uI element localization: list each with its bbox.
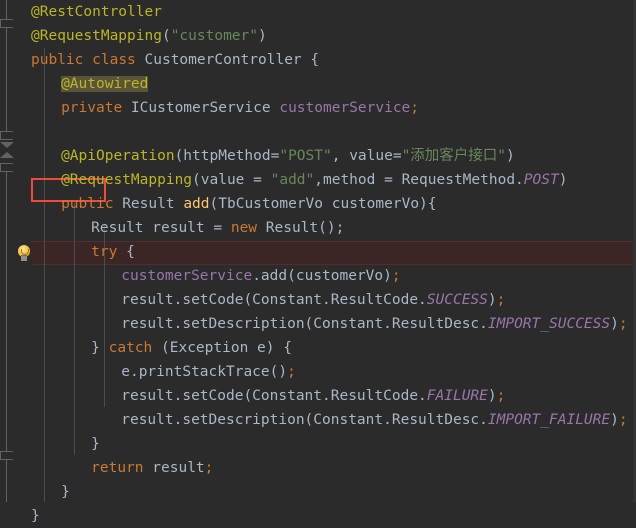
code-token: e.printStackTrace() [121, 364, 288, 380]
code-token: private [61, 100, 123, 116]
code-token: ; [496, 388, 506, 404]
code-token: ; [204, 460, 214, 476]
code-token: @RequestMapping [61, 172, 193, 188]
code-token: try [91, 244, 118, 260]
code-line[interactable]: private ICustomerService customerService… [0, 96, 636, 120]
code-text-layer[interactable]: @RestController @RequestMapping("customer… [0, 0, 636, 524]
code-token: class [92, 52, 136, 68]
code-token: "customer" [170, 28, 258, 44]
code-token: @RequestMapping [31, 28, 162, 44]
code-editor[interactable]: @RestController @RequestMapping("customer… [0, 0, 636, 524]
code-token: @ApiOperation [61, 148, 175, 164]
code-token: Result(); [257, 220, 345, 236]
code-token: ( [161, 28, 171, 44]
code-token: customerService [121, 268, 253, 284]
code-token: "添加客户接口" [401, 148, 507, 164]
code-token: result [143, 460, 205, 476]
code-token: { [301, 52, 320, 68]
code-line[interactable]: result.setCode(Constant.ResultCode.FAILU… [0, 384, 636, 408]
code-token: ,method = RequestMethod. [314, 172, 524, 188]
code-token: ) [610, 316, 619, 332]
code-token: Result result = [91, 220, 231, 236]
code-token: customerService [279, 100, 411, 116]
code-line[interactable]: public class CustomerController { [0, 48, 636, 72]
code-token: catch [108, 340, 153, 356]
code-token: ) [487, 388, 497, 404]
code-token: @RestController [31, 4, 162, 20]
code-line[interactable]: try { [0, 240, 636, 264]
code-line[interactable]: @RestController [0, 0, 636, 24]
code-token: ) [506, 148, 515, 164]
code-line[interactable]: @RequestMapping(value = "add",method = R… [0, 168, 636, 192]
code-token: return [91, 460, 144, 476]
code-line[interactable]: } [0, 480, 636, 504]
code-token: ; [618, 316, 628, 332]
code-token: } [91, 436, 100, 452]
code-token: Result [122, 196, 175, 212]
code-token: ; [287, 364, 296, 380]
code-token: FAILURE [426, 388, 488, 404]
code-token: POST [523, 172, 559, 188]
code-token: result.setDescription(Constant.ResultDes… [121, 316, 488, 332]
code-token: IMPORT_SUCCESS [487, 316, 611, 332]
code-token: ; [410, 100, 420, 116]
code-line[interactable]: customerService.add(customerVo); [0, 264, 636, 288]
code-token: (Exception e) { [152, 340, 292, 356]
code-line[interactable]: } catch (Exception e) { [0, 336, 636, 360]
code-token: result.setCode(Constant.ResultCode. [121, 292, 427, 308]
code-token: result.setCode(Constant.ResultCode. [121, 388, 427, 404]
code-token: ) [487, 292, 497, 308]
code-token: ) [258, 28, 267, 44]
code-token: public [31, 52, 84, 68]
code-token: .add(customerVo) [252, 268, 392, 284]
code-token: result.setDescription(Constant.ResultDes… [121, 412, 488, 428]
code-token: "POST" [279, 148, 332, 164]
code-line[interactable]: @ApiOperation(httpMethod="POST", value="… [0, 144, 636, 168]
code-token: public [61, 196, 114, 212]
code-line[interactable]: public Result add(TbCustomerVo customerV… [0, 192, 636, 216]
code-token: IMPORT_FAILURE [487, 412, 611, 428]
code-token: } [31, 508, 40, 524]
code-token: add [183, 196, 210, 212]
code-line[interactable]: } [0, 504, 636, 528]
code-token: ) [610, 412, 619, 428]
code-token: ; [496, 292, 506, 308]
code-token: } [91, 340, 109, 356]
code-line[interactable] [0, 120, 636, 144]
code-line[interactable]: e.printStackTrace(); [0, 360, 636, 384]
code-line[interactable]: } [0, 432, 636, 456]
code-line[interactable]: Result result = new Result(); [0, 216, 636, 240]
code-token: } [61, 484, 70, 500]
code-token: { [117, 244, 135, 260]
code-token: (httpMethod= [174, 148, 280, 164]
code-line[interactable]: @RequestMapping("customer") [0, 24, 636, 48]
code-token: SUCCESS [426, 292, 488, 308]
code-token: ; [391, 268, 401, 284]
code-token: (TbCustomerVo customerVo){ [209, 196, 437, 212]
code-line[interactable]: result.setDescription(Constant.ResultDes… [0, 408, 636, 432]
code-line[interactable]: return result; [0, 456, 636, 480]
code-line[interactable]: @Autowired [0, 72, 636, 96]
code-token: CustomerController [144, 52, 302, 68]
code-line[interactable]: result.setCode(Constant.ResultCode.SUCCE… [0, 288, 636, 312]
code-token: @Autowired [61, 76, 149, 92]
code-token: ) [558, 172, 568, 188]
code-token: new [230, 220, 258, 236]
code-token: , value= [331, 148, 402, 164]
code-token: ; [618, 412, 628, 428]
code-line[interactable]: result.setDescription(Constant.ResultDes… [0, 312, 636, 336]
code-token: (value = [192, 172, 271, 188]
code-token: "add" [270, 172, 315, 188]
code-token: ICustomerService [130, 100, 271, 116]
